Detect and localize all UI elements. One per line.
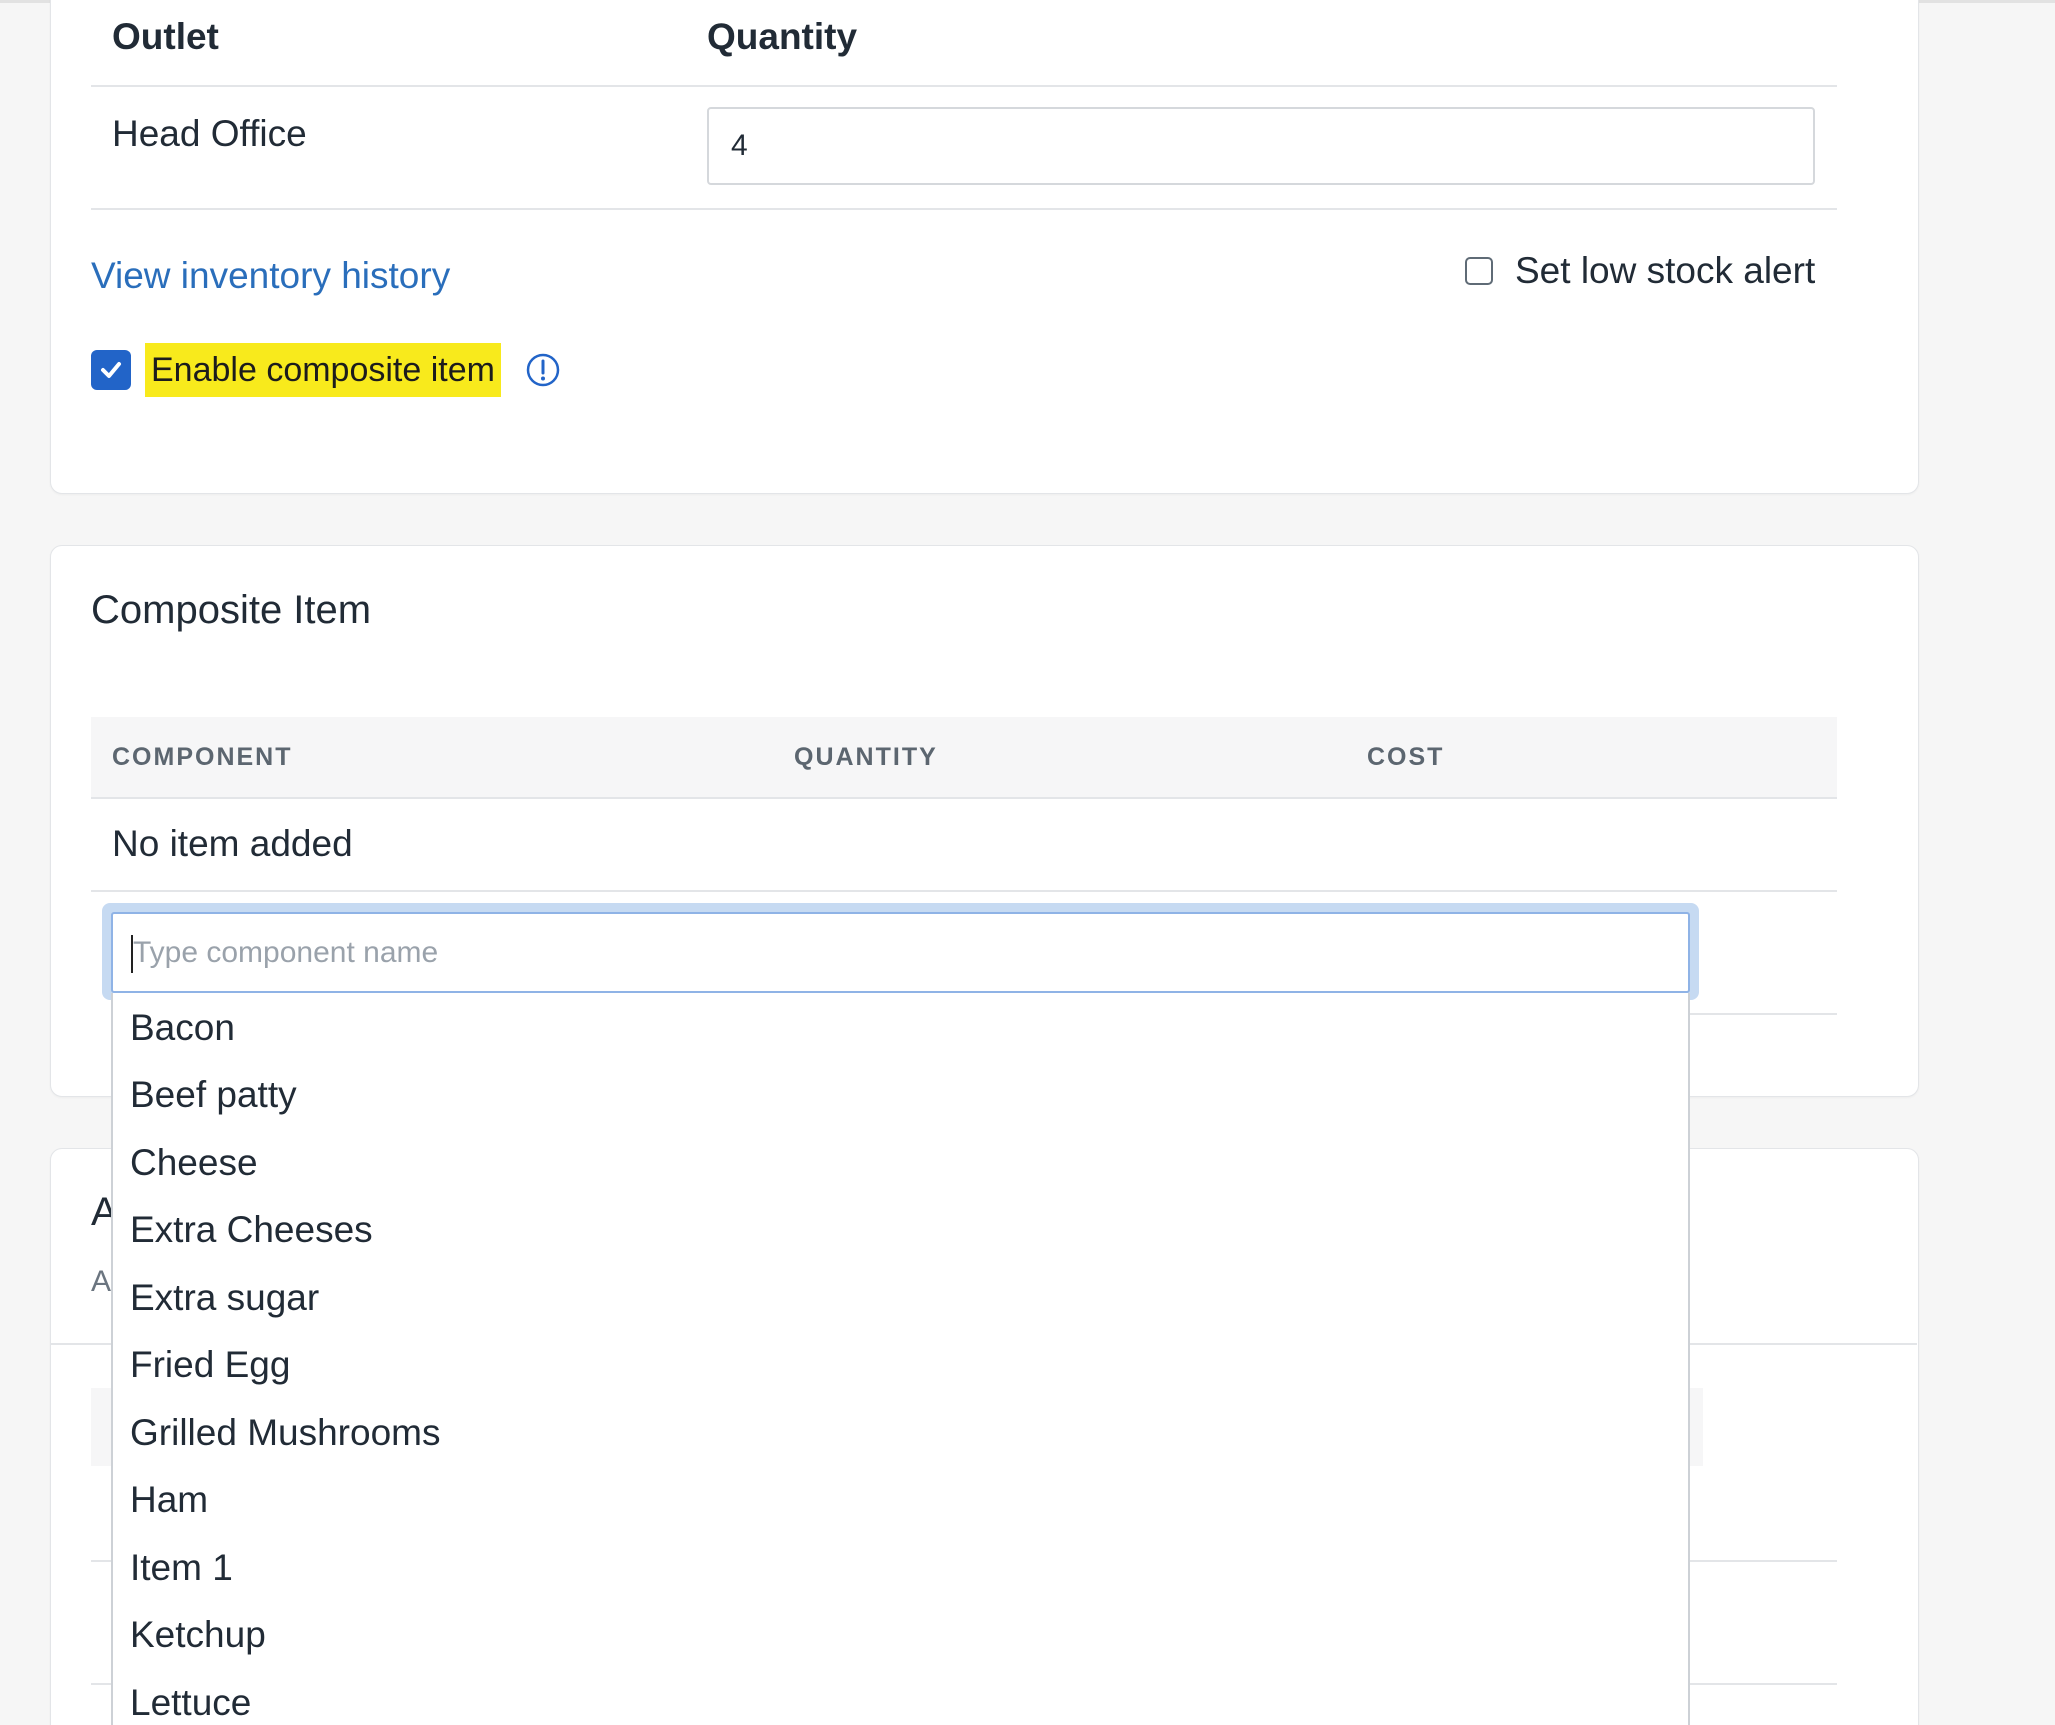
suggestion-item[interactable]: Extra sugar: [130, 1276, 319, 1320]
suggestion-item[interactable]: Extra Cheeses: [130, 1208, 373, 1252]
info-icon[interactable]: [525, 352, 561, 388]
page: Outlet Quantity Head Office View invento…: [0, 0, 2055, 1725]
composite-card-title: Composite Item: [91, 588, 372, 632]
outlet-name: Head Office: [112, 113, 307, 154]
composite-checkbox[interactable]: [91, 350, 131, 390]
table-divider: [91, 208, 1837, 210]
low-stock-label: Set low stock alert: [1515, 250, 1816, 291]
enable-composite-toggle[interactable]: Enable composite item: [91, 343, 561, 397]
empty-state-text: No item added: [112, 823, 353, 864]
suggestion-item[interactable]: Grilled Mushrooms: [130, 1411, 440, 1455]
table-divider: [91, 797, 1837, 799]
table-divider: [91, 890, 1837, 892]
low-stock-alert-toggle[interactable]: Set low stock alert: [1465, 250, 1815, 292]
table-divider: [1690, 1013, 1837, 1015]
quantity-column-header: QUANTITY: [794, 743, 938, 771]
suggestion-item[interactable]: Fried Egg: [130, 1343, 290, 1387]
suggestion-item[interactable]: Cheese: [130, 1141, 258, 1185]
suggestion-item[interactable]: Item 1: [130, 1546, 233, 1590]
table-divider: [91, 85, 1837, 87]
suggestion-item[interactable]: Ketchup: [130, 1613, 266, 1657]
view-inventory-history-link[interactable]: View inventory history: [91, 255, 450, 297]
suggestion-item[interactable]: Lettuce: [130, 1681, 251, 1725]
component-column-header: COMPONENT: [112, 743, 293, 771]
text-caret: [131, 935, 133, 973]
suggestion-item[interactable]: Bacon: [130, 1006, 235, 1050]
suggestion-item[interactable]: Ham: [130, 1478, 208, 1522]
checkmark-icon: [101, 362, 121, 378]
next-card-subtitle: A: [91, 1265, 112, 1298]
quantity-column-header: Quantity: [707, 16, 858, 57]
composite-label: Enable composite item: [145, 343, 501, 397]
component-search-input[interactable]: [111, 912, 1690, 993]
cost-column-header: COST: [1367, 743, 1445, 771]
quantity-input[interactable]: [707, 107, 1815, 185]
outlet-column-header: Outlet: [112, 16, 219, 57]
component-suggestions-dropdown: Bacon Beef patty Cheese Extra Cheeses Ex…: [111, 993, 1690, 1725]
inventory-card: [50, 0, 1919, 494]
suggestion-item[interactable]: Beef patty: [130, 1073, 297, 1117]
component-table-header: [91, 717, 1837, 797]
low-stock-checkbox[interactable]: [1465, 257, 1493, 285]
